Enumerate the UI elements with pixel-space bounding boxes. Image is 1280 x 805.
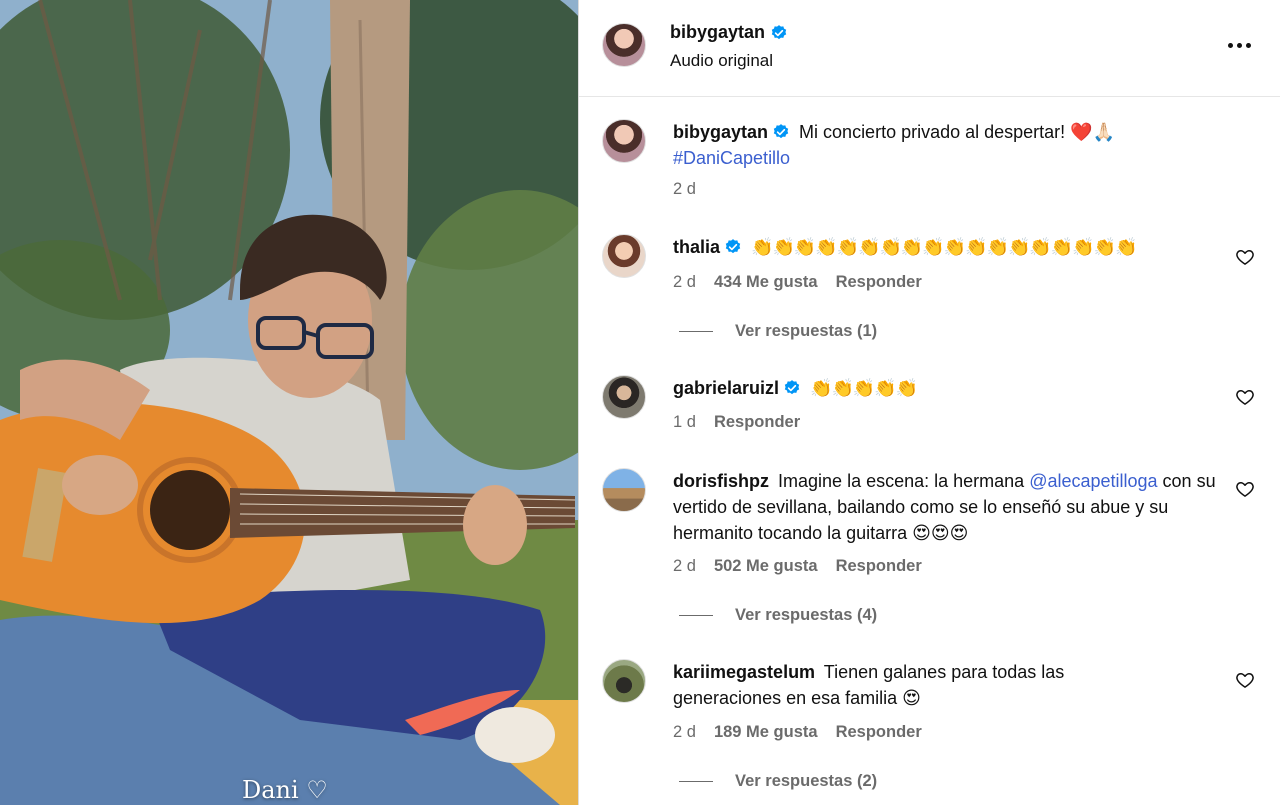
commenter-username[interactable]: dorisfishpz [673, 471, 769, 491]
comment-text: 👏👏👏👏👏 [810, 378, 918, 399]
view-replies-button[interactable]: Ver respuestas (2) [679, 772, 877, 791]
heart-outline-icon[interactable] [1235, 387, 1255, 407]
commenter-avatar[interactable] [602, 468, 646, 512]
comment-text: 👏👏👏👏👏👏👏👏👏👏👏👏👏👏👏👏👏👏 [751, 237, 1137, 258]
comment-meta: 2 d 434 Me gusta Responder [673, 273, 922, 292]
comment-age: 2 d [673, 273, 696, 291]
view-replies-label: Ver respuestas (2) [735, 772, 878, 790]
view-replies-label: Ver respuestas (4) [735, 606, 878, 624]
caption-age: 2 d [673, 180, 696, 198]
reply-button[interactable]: Responder [714, 413, 800, 432]
view-replies-line [679, 615, 713, 616]
commenter-avatar[interactable] [602, 659, 646, 703]
heart-outline-icon[interactable] [1235, 670, 1255, 690]
caption-text: Mi concierto privado al despertar! ❤️🙏🏻 [799, 122, 1115, 142]
post-header: bibygaytan Audio original [579, 0, 1280, 97]
author-username[interactable]: bibygaytan [670, 22, 765, 43]
comment-text: Imagine la escena: la hermana [778, 471, 1030, 491]
view-replies-line [679, 331, 713, 332]
reply-button[interactable]: Responder [836, 557, 922, 576]
video-text-overlay: Dani ♡ [242, 776, 328, 804]
comment-text-block: thalia 👏👏👏👏👏👏👏👏👏👏👏👏👏👏👏👏👏👏 [673, 234, 1218, 261]
view-replies-label: Ver respuestas (1) [735, 322, 878, 340]
view-replies-button[interactable]: Ver respuestas (4) [679, 606, 877, 625]
comment-meta: 2 d 502 Me gusta Responder [673, 557, 922, 576]
more-options-button[interactable] [1224, 30, 1254, 60]
comment-meta: 1 d Responder [673, 413, 800, 432]
reply-button[interactable]: Responder [836, 723, 922, 742]
caption-text-block: bibygaytan Mi concierto privado al despe… [673, 119, 1218, 171]
comment-age: 2 d [673, 557, 696, 575]
heart-outline-icon[interactable] [1235, 479, 1255, 499]
comments-panel: bibygaytan Audio original bibygaytan Mi … [579, 0, 1280, 805]
verified-badge-icon [771, 24, 787, 39]
comment-age: 2 d [673, 723, 696, 741]
more-dot-icon [1245, 42, 1251, 48]
comment-likes[interactable]: 502 Me gusta [714, 557, 818, 576]
caption-hashtag[interactable]: #DaniCapetillo [673, 148, 790, 168]
comment-likes[interactable]: 189 Me gusta [714, 723, 818, 742]
commenter-username[interactable]: thalia [673, 237, 742, 257]
view-replies-button[interactable]: Ver respuestas (1) [679, 322, 877, 341]
reply-button[interactable]: Responder [836, 273, 922, 292]
comment-likes[interactable]: 434 Me gusta [714, 273, 818, 292]
more-dot-icon [1227, 42, 1233, 48]
comment-age: 1 d [673, 413, 696, 431]
commenter-username[interactable]: gabrielaruizl [673, 378, 801, 398]
caption-username[interactable]: bibygaytan [673, 122, 790, 142]
verified-badge-icon [725, 238, 741, 253]
commenter-avatar[interactable] [602, 234, 646, 278]
more-dot-icon [1236, 42, 1242, 48]
comment-text-block: kariimegastelum Tienen galanes para toda… [673, 659, 1143, 711]
comment-text-block: gabrielaruizl 👏👏👏👏👏 [673, 375, 1218, 402]
heart-outline-icon[interactable] [1235, 247, 1255, 267]
commenter-username[interactable]: kariimegastelum [673, 662, 815, 682]
comment-meta: 2 d 189 Me gusta Responder [673, 723, 922, 742]
reel-viewer: Dani ♡ bibygaytan Audio original bibygay… [0, 0, 1280, 805]
reel-video[interactable]: Dani ♡ [0, 0, 578, 805]
audio-label[interactable]: Audio original [670, 51, 773, 71]
caption-avatar[interactable] [602, 119, 646, 163]
verified-badge-icon [773, 123, 789, 138]
caption-meta: 2 d [673, 180, 696, 199]
comment-text-block: dorisfishpz Imagine la escena: la herman… [673, 468, 1218, 546]
verified-badge-icon [784, 379, 800, 394]
video-frame-illustration [0, 0, 578, 805]
view-replies-line [679, 781, 713, 782]
author-name-row: bibygaytan [670, 22, 788, 43]
author-avatar[interactable] [602, 23, 646, 67]
comment-mention[interactable]: @alecapetilloga [1029, 471, 1157, 491]
commenter-avatar[interactable] [602, 375, 646, 419]
